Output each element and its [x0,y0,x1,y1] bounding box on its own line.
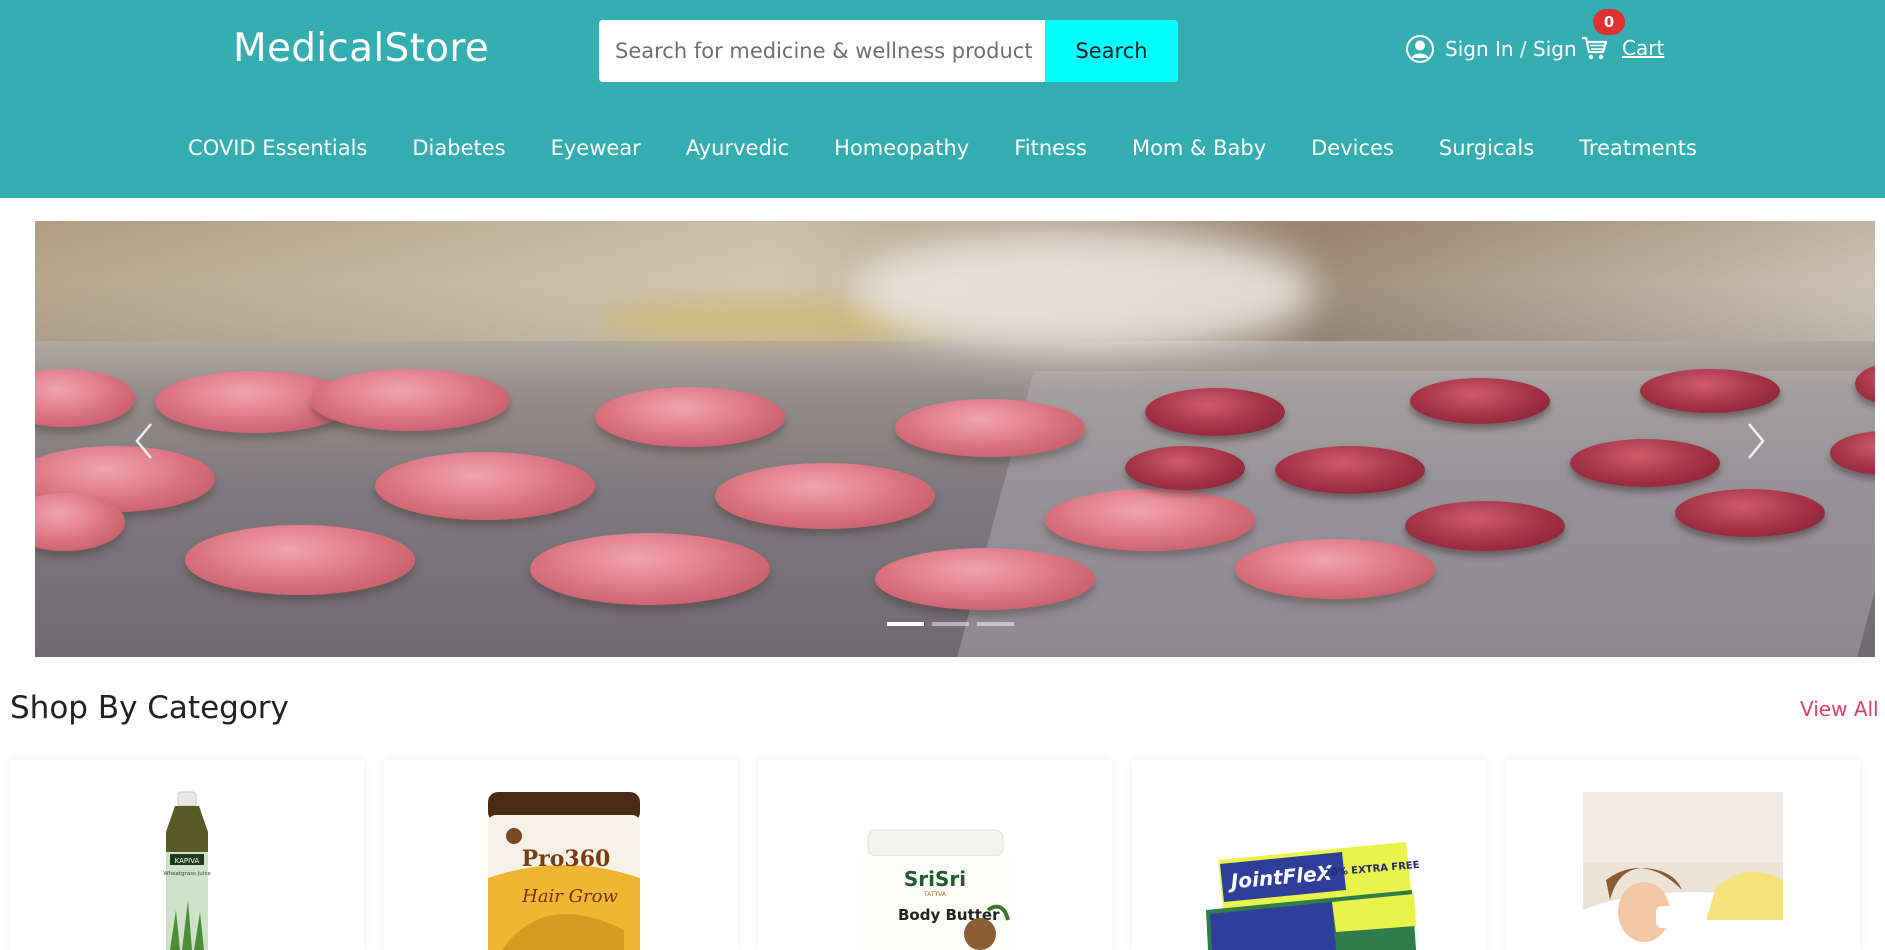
body-butter-product-icon: SriSri TATTVA Body Butter [862,829,1010,950]
nav-item-covid-essentials[interactable]: COVID Essentials [188,136,367,160]
pill-image [185,525,415,595]
hero-background-highlight [855,231,1315,351]
nav-item-fitness[interactable]: Fitness [1014,136,1087,160]
pill-image [310,369,510,431]
carousel-next-arrow-icon[interactable] [1735,416,1775,466]
site-logo[interactable]: MedicalStore [233,26,489,71]
pill-image [1570,439,1720,487]
category-card[interactable]: Pro360 Hair Grow [384,760,738,950]
sick-woman-photo-icon [1583,792,1783,950]
user-icon [1406,35,1434,63]
protein-jar-product-icon: Pro360 Hair Grow [488,792,640,950]
search-input[interactable] [599,20,1045,82]
pill-image [1675,489,1825,537]
product-line-label: TATTVA [923,891,947,898]
hero-carousel [35,221,1875,657]
section-title: Shop By Category [10,690,289,726]
carousel-dot-3[interactable] [977,622,1014,626]
nav-item-treatments[interactable]: Treatments [1579,136,1697,160]
view-all-link[interactable]: View All [1800,697,1879,721]
pill-image [715,463,935,529]
search-button[interactable]: Search [1045,20,1178,82]
carousel-indicators [887,622,1014,626]
pill-image [375,452,595,520]
nav-item-homeopathy[interactable]: Homeopathy [834,136,969,160]
pill-image [1145,388,1285,436]
cart-count-badge: 0 [1593,9,1625,35]
product-brand-label: Pro360 [522,846,611,872]
carousel-prev-arrow-icon[interactable] [125,416,165,466]
category-card[interactable]: JointFleX 20% EXTRA FREE [1132,760,1486,950]
carousel-dot-2[interactable] [932,622,969,626]
nav-item-eyewear[interactable]: Eyewear [551,136,641,160]
category-cards: KAPIVA Wheatgrass Juice Pro360 Hair Grow… [10,760,1860,950]
nav-item-ayurvedic[interactable]: Ayurvedic [686,136,789,160]
pill-image [1410,378,1550,424]
category-card[interactable]: KAPIVA Wheatgrass Juice [10,760,364,950]
pill-image [875,548,1095,610]
cart-icon [1582,36,1608,60]
product-name-label: Hair Grow [521,886,618,907]
cart-label: Cart [1622,36,1665,60]
pill-image [1640,369,1780,413]
category-card[interactable] [1506,760,1860,950]
product-name-label: Wheatgrass Juice [163,871,211,877]
pill-image [895,399,1085,457]
cream-tube-product-icon: JointFleX 20% EXTRA FREE [1206,842,1420,950]
pill-image [35,369,135,427]
pill-image [530,533,770,605]
nav-item-devices[interactable]: Devices [1311,136,1394,160]
sign-in-link[interactable]: Sign In / Sign [1405,34,1577,64]
pill-image [1405,501,1565,551]
pill-image [1125,446,1245,490]
carousel-dot-1[interactable] [887,622,924,626]
pill-image [595,387,785,447]
nav-item-surgicals[interactable]: Surgicals [1439,136,1534,160]
nav-item-mom-baby[interactable]: Mom & Baby [1132,136,1266,160]
juice-bottle-product-icon: KAPIVA Wheatgrass Juice [163,791,211,950]
site-header: MedicalStore Search Sign In / Sign Cart … [0,0,1885,198]
cart-link[interactable]: Cart [1580,34,1664,62]
pill-image [1045,489,1255,551]
category-card[interactable]: SriSri TATTVA Body Butter [758,760,1112,950]
category-nav: COVID Essentials Diabetes Eyewear Ayurve… [0,136,1885,160]
pill-image [1275,446,1425,494]
product-brand-label: KAPIVA [175,857,200,865]
nav-item-diabetes[interactable]: Diabetes [412,136,505,160]
product-brand-label: SriSri [904,867,966,891]
search-bar: Search [599,20,1178,82]
pill-image [1235,539,1435,599]
sign-in-label: Sign In / Sign [1445,37,1577,61]
